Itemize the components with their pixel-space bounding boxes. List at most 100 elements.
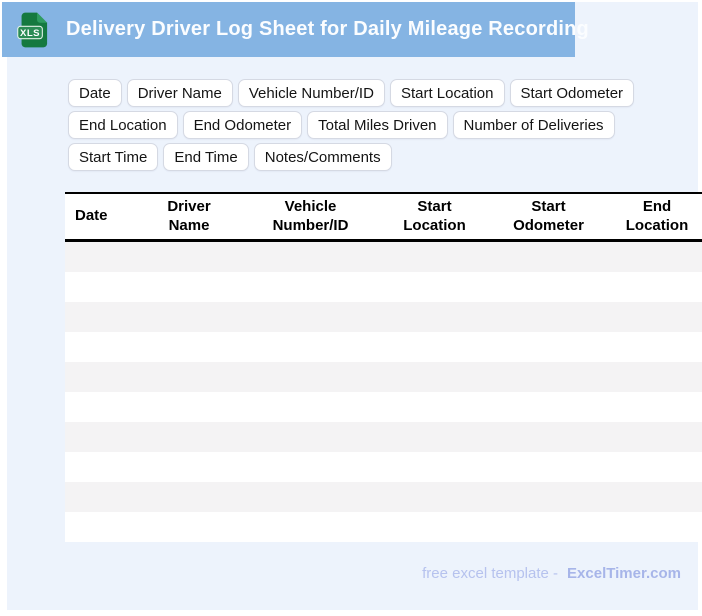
folded-corner xyxy=(37,12,48,23)
header-bar: XLS Delivery Driver Log Sheet for Daily … xyxy=(2,2,589,57)
footer: free excel template - ExcelTimer.com xyxy=(422,565,681,582)
table-cell xyxy=(494,482,603,512)
column-chip-list: Date Driver Name Vehicle Number/ID Start Lo… xyxy=(68,79,702,171)
table-cell xyxy=(132,332,246,362)
log-table: Date Driver Name Vehicle Number/ID Start Lo… xyxy=(65,192,702,542)
table-cell xyxy=(603,392,702,422)
table-cell xyxy=(246,362,375,392)
table-cell xyxy=(65,302,132,332)
table-cell xyxy=(65,272,132,302)
chip-total-miles-driven[interactable]: Total Miles Driven xyxy=(307,111,448,139)
footer-label: free excel template - xyxy=(422,565,559,582)
log-table-grid: Date Driver Name Vehicle Number/ID Start Lo… xyxy=(65,192,702,542)
table-cell xyxy=(246,512,375,542)
table-cell xyxy=(132,422,246,452)
table-cell xyxy=(603,302,702,332)
chip-number-of-deliveries[interactable]: Number of Deliveries xyxy=(452,111,615,139)
table-cell xyxy=(375,362,494,392)
chip-end-odometer[interactable]: End Odometer xyxy=(182,111,303,139)
table-cell xyxy=(603,422,702,452)
table-cell xyxy=(246,272,375,302)
table-cell xyxy=(65,362,132,392)
column-header: Start Location xyxy=(375,192,494,242)
table-row xyxy=(65,332,702,362)
column-header: Driver Name xyxy=(132,192,246,242)
chip-date[interactable]: Date xyxy=(68,79,122,107)
table-cell xyxy=(375,482,494,512)
table-cell xyxy=(246,392,375,422)
table-cell xyxy=(246,241,375,273)
table-cell xyxy=(246,422,375,452)
table-cell xyxy=(375,302,494,332)
column-header: Date xyxy=(65,192,132,242)
table-cell xyxy=(132,392,246,422)
table-cell xyxy=(65,241,132,273)
table-row xyxy=(65,482,702,512)
table-row xyxy=(65,302,702,332)
column-header: Start Odometer xyxy=(494,192,603,242)
table-row xyxy=(65,452,702,482)
table-cell xyxy=(494,241,603,273)
table-cell xyxy=(65,512,132,542)
table-cell xyxy=(65,392,132,422)
table-cell xyxy=(375,392,494,422)
table-row xyxy=(65,422,702,452)
table-cell xyxy=(494,332,603,362)
table-cell xyxy=(603,362,702,392)
table-cell xyxy=(494,302,603,332)
table-cell xyxy=(246,332,375,362)
table-cell xyxy=(494,362,603,392)
table-cell xyxy=(375,422,494,452)
table-row xyxy=(65,392,702,422)
chip-end-location[interactable]: End Location xyxy=(68,111,178,139)
log-table-body xyxy=(65,240,702,542)
table-cell xyxy=(603,241,702,273)
table-cell xyxy=(65,422,132,452)
table-cell xyxy=(375,241,494,273)
table-cell xyxy=(65,452,132,482)
column-header: End Location xyxy=(603,192,702,242)
table-cell xyxy=(603,272,702,302)
table-cell xyxy=(375,452,494,482)
table-cell xyxy=(603,452,702,482)
footer-brand-link[interactable]: ExcelTimer.com xyxy=(567,565,681,582)
table-cell xyxy=(603,482,702,512)
chip-driver-name[interactable]: Driver Name xyxy=(126,79,233,107)
table-cell xyxy=(375,512,494,542)
table-row xyxy=(65,512,702,542)
table-cell xyxy=(132,241,246,273)
chip-notes-comments[interactable]: Notes/Comments xyxy=(253,143,392,171)
table-row xyxy=(65,240,702,273)
table-cell xyxy=(494,512,603,542)
table-header-row: Date Driver Name Vehicle Number/ID Start Lo… xyxy=(65,192,702,242)
table-cell xyxy=(603,512,702,542)
chip-start-time[interactable]: Start Time xyxy=(68,143,159,171)
table-cell xyxy=(246,452,375,482)
table-cell xyxy=(132,362,246,392)
table-cell xyxy=(494,392,603,422)
table-cell xyxy=(65,482,132,512)
xls-file-icon: XLS xyxy=(17,12,48,47)
table-cell xyxy=(494,272,603,302)
table-cell xyxy=(375,332,494,362)
table-cell xyxy=(132,302,246,332)
table-cell xyxy=(246,302,375,332)
table-row xyxy=(65,362,702,392)
xls-badge-label: XLS xyxy=(20,27,40,38)
table-cell xyxy=(132,452,246,482)
chip-vehicle-number-id[interactable]: Vehicle Number/ID xyxy=(237,79,385,107)
column-header: Vehicle Number/ID xyxy=(246,192,375,242)
table-cell xyxy=(375,272,494,302)
table-cell xyxy=(132,272,246,302)
chip-start-odometer[interactable]: Start Odometer xyxy=(509,79,635,107)
table-cell xyxy=(132,512,246,542)
table-cell xyxy=(494,452,603,482)
page-title: Delivery Driver Log Sheet for Daily Mile… xyxy=(66,18,589,40)
chip-start-location[interactable]: Start Location xyxy=(389,79,505,107)
table-cell xyxy=(132,482,246,512)
table-cell xyxy=(603,332,702,362)
table-cell xyxy=(65,332,132,362)
table-row xyxy=(65,272,702,302)
chip-end-time[interactable]: End Time xyxy=(163,143,249,171)
table-cell xyxy=(246,482,375,512)
